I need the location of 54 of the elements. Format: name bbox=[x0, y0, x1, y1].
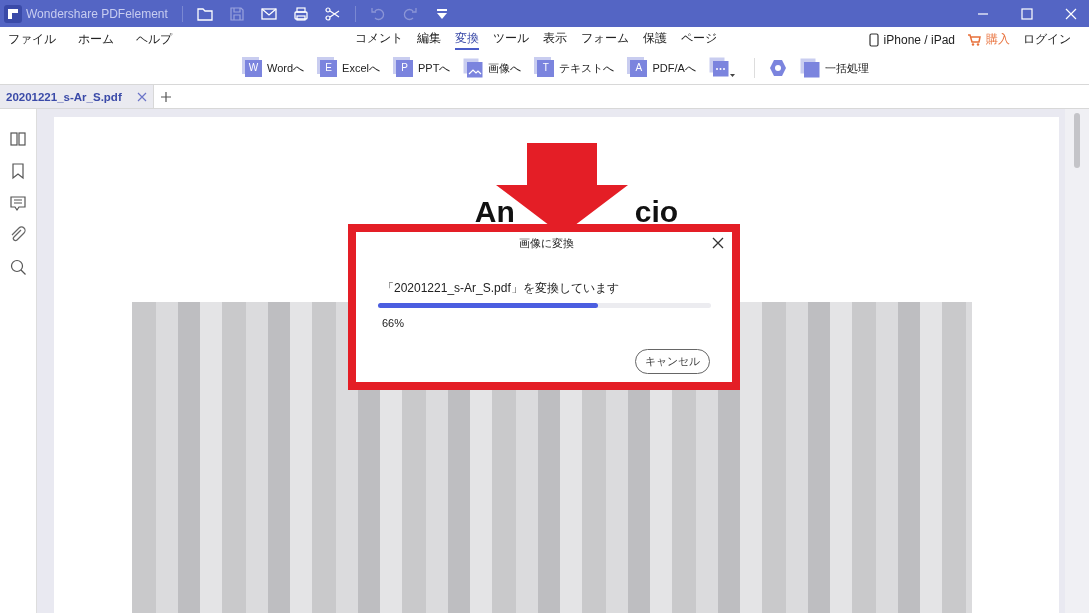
print-icon[interactable] bbox=[291, 4, 310, 23]
ribbon-tab[interactable]: 編集 bbox=[417, 29, 441, 50]
more-formats-icon bbox=[708, 57, 737, 79]
ribbon-tab[interactable]: フォーム bbox=[581, 29, 629, 50]
document-icon: W bbox=[245, 59, 262, 77]
close-tab-icon[interactable] bbox=[137, 91, 147, 102]
comment-icon[interactable] bbox=[9, 194, 27, 212]
maximize-icon[interactable] bbox=[1019, 5, 1035, 22]
batch-button[interactable]: 一括処理 bbox=[799, 58, 869, 78]
ribbon-tab[interactable]: ページ bbox=[681, 29, 717, 50]
more-formats-button[interactable] bbox=[708, 57, 737, 79]
ribbon-tab[interactable]: ツール bbox=[493, 29, 529, 50]
paperclip-icon[interactable] bbox=[9, 226, 27, 244]
add-tab-icon[interactable] bbox=[160, 90, 172, 103]
ribbon-tab[interactable]: 変換 bbox=[455, 29, 479, 50]
app-logo-icon bbox=[4, 4, 22, 23]
menu-item[interactable]: ヘルプ bbox=[136, 31, 172, 48]
convert-button[interactable]: E Excelへ bbox=[317, 59, 380, 77]
heading-text: cio bbox=[634, 197, 679, 227]
phone-icon bbox=[868, 32, 879, 47]
window-title: Wondershare PDFelement bbox=[26, 6, 168, 21]
close-icon[interactable] bbox=[712, 237, 724, 249]
login-link[interactable]: ログイン bbox=[1023, 31, 1071, 48]
menu-item[interactable]: ファイル bbox=[8, 31, 56, 48]
device-link[interactable]: iPhone / iPad bbox=[883, 32, 955, 47]
image-document-icon bbox=[463, 58, 484, 78]
progress-percent: 66% bbox=[382, 317, 406, 329]
document-icon: A bbox=[630, 59, 648, 77]
convert-button[interactable]: A PDF/Aへ bbox=[627, 59, 696, 77]
ribbon-tab[interactable]: 保護 bbox=[643, 29, 667, 50]
dialog-title: 画像に変換 bbox=[518, 236, 574, 251]
bookmark-icon[interactable] bbox=[9, 162, 27, 180]
stacked-pages-icon bbox=[799, 58, 820, 78]
thumbnails-icon[interactable] bbox=[9, 130, 27, 148]
convert-button[interactable]: T テキストへ bbox=[534, 59, 615, 77]
search-icon[interactable] bbox=[9, 258, 27, 276]
scrollbar-thumb[interactable] bbox=[1074, 113, 1080, 168]
menu-item[interactable]: ホーム bbox=[78, 31, 114, 48]
ribbon-tab[interactable]: コメント bbox=[355, 29, 403, 50]
scissors-icon[interactable] bbox=[323, 4, 342, 23]
convert-button[interactable]: 画像へ bbox=[463, 58, 522, 78]
convert-button[interactable]: P PPTへ bbox=[393, 59, 451, 77]
heading-text: An bbox=[474, 197, 515, 227]
convert-button[interactable]: W Wordへ bbox=[242, 59, 305, 77]
cart-icon bbox=[968, 33, 981, 46]
progress-message: 「20201221_s-Ar_S.pdf」を変換しています bbox=[382, 280, 620, 297]
document-icon: E bbox=[320, 59, 338, 77]
cancel-button[interactable]: キャンセル bbox=[635, 349, 710, 374]
hexagon-icon bbox=[768, 59, 787, 77]
ribbon-tab[interactable]: 表示 bbox=[543, 29, 567, 50]
document-tab[interactable]: 20201221_s-Ar_S.pdf bbox=[0, 85, 154, 108]
document-icon: T bbox=[537, 59, 555, 77]
ocr-button[interactable] bbox=[768, 59, 787, 77]
document-icon: P bbox=[396, 59, 413, 77]
